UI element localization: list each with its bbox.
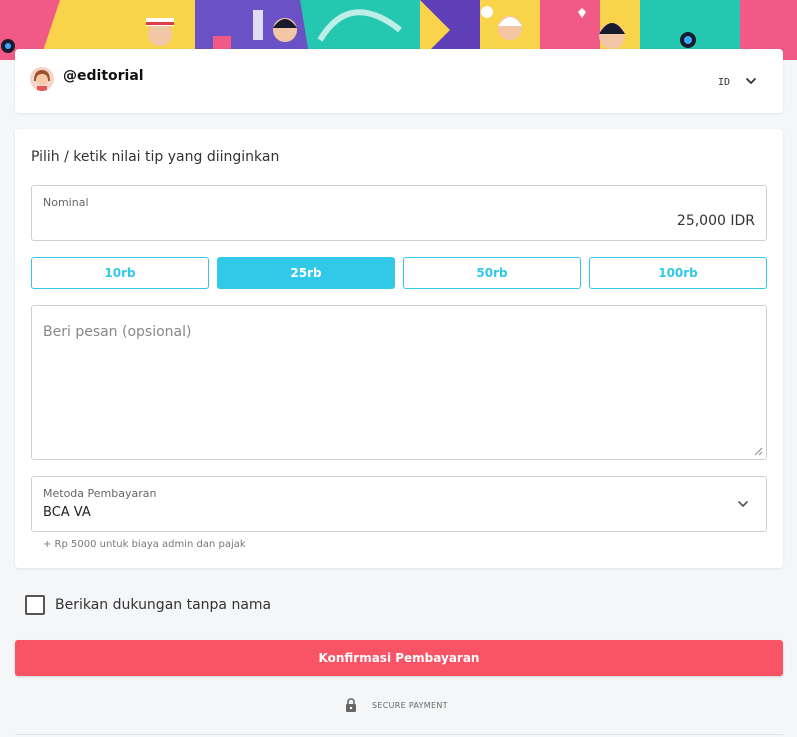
amount-button-25rb[interactable]: 25rb bbox=[217, 257, 395, 289]
chevron-down-icon[interactable] bbox=[735, 496, 751, 512]
confirm-payment-button[interactable]: Konfirmasi Pembayaran bbox=[15, 640, 783, 676]
profile-header: @editorial ID bbox=[15, 49, 783, 113]
secure-payment-label: SECURE PAYMENT bbox=[372, 700, 448, 710]
nominal-label: Nominal bbox=[43, 196, 89, 209]
nominal-value[interactable]: 25,000 IDR bbox=[677, 213, 755, 229]
payment-method-label: Metoda Pembayaran bbox=[43, 487, 157, 500]
message-field bbox=[31, 305, 767, 460]
fee-note: + Rp 5000 untuk biaya admin dan pajak bbox=[43, 539, 246, 550]
avatar bbox=[30, 67, 54, 91]
anonymous-label: Berikan dukungan tanpa nama bbox=[55, 597, 272, 613]
bottom-divider bbox=[15, 734, 783, 735]
secure-payment-badge: SECURE PAYMENT bbox=[345, 697, 448, 713]
payment-method-value: BCA VA bbox=[43, 505, 91, 520]
amount-button-10rb[interactable]: 10rb bbox=[31, 257, 209, 289]
username: @editorial bbox=[63, 68, 144, 84]
form-prompt: Pilih / ketik nilai tip yang diinginkan bbox=[31, 149, 280, 165]
anonymous-option[interactable]: Berikan dukungan tanpa nama bbox=[25, 594, 271, 616]
avatar-icon bbox=[30, 67, 54, 91]
anonymous-checkbox[interactable] bbox=[25, 595, 45, 615]
lock-icon bbox=[346, 698, 356, 712]
chevron-down-icon[interactable] bbox=[743, 73, 759, 89]
payment-method-select[interactable]: Metoda Pembayaran BCA VA bbox=[31, 476, 767, 532]
amount-button-50rb[interactable]: 50rb bbox=[403, 257, 581, 289]
amount-button-100rb[interactable]: 100rb bbox=[589, 257, 767, 289]
nominal-field[interactable]: Nominal 25,000 IDR bbox=[31, 185, 767, 241]
language-code[interactable]: ID bbox=[718, 77, 730, 88]
message-input[interactable] bbox=[32, 306, 766, 459]
tip-form: Pilih / ketik nilai tip yang diinginkan … bbox=[15, 129, 783, 568]
resize-handle-icon[interactable] bbox=[753, 446, 763, 456]
